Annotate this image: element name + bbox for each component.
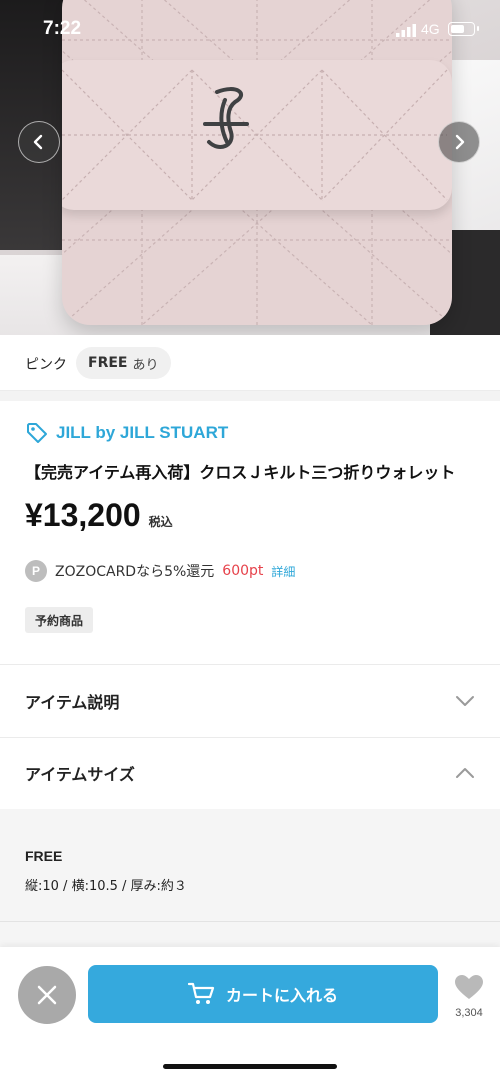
size-details-panel: FREE 縦:10 / 横:10.5 / 厚み:約３	[0, 809, 500, 947]
item-size-accordion[interactable]: アイテムサイズ	[0, 737, 500, 809]
tag-icon	[27, 423, 47, 443]
price: ¥13,200	[25, 497, 141, 533]
chevron-down-icon	[456, 696, 474, 706]
stock-status: あり	[132, 357, 159, 373]
network-type: 4G	[421, 21, 440, 37]
battery-icon	[448, 22, 479, 36]
favorite-button[interactable]: 3,304	[448, 974, 490, 1019]
preorder-badge: 予約商品	[25, 607, 94, 633]
battery-level	[450, 24, 464, 33]
favorite-count: 3,304	[455, 1007, 483, 1019]
previous-image-button[interactable]	[18, 121, 60, 163]
points-icon: P	[25, 560, 47, 582]
chevron-left-icon	[33, 134, 43, 150]
brand-link[interactable]: JILL by JILL STUART	[25, 421, 228, 445]
cart-icon	[187, 982, 215, 1004]
color-label: ピンク	[25, 357, 67, 373]
item-size-title: アイテムサイズ	[25, 765, 135, 784]
home-indicator	[163, 1064, 337, 1069]
size-name-heading: FREE	[25, 848, 63, 864]
price-row: ¥13,200 税込	[25, 497, 173, 534]
points-info: P ZOZOCARDなら5%還元 600pt 詳細	[25, 560, 295, 582]
status-time: 7:22	[43, 18, 82, 39]
next-image-button[interactable]	[438, 121, 480, 163]
chevron-up-icon	[456, 768, 474, 778]
close-icon	[37, 985, 57, 1005]
add-to-cart-label: カートに入れる	[225, 986, 338, 1005]
status-bar: 7:22 4G	[0, 0, 500, 60]
close-button[interactable]	[18, 966, 76, 1024]
item-description-accordion[interactable]: アイテム説明	[0, 665, 500, 737]
heart-icon	[455, 975, 483, 999]
add-to-cart-button[interactable]: カートに入れる	[88, 965, 438, 1023]
wallet-flap	[62, 60, 452, 210]
size-name: FREE	[88, 355, 128, 371]
product-image-carousel[interactable]: 7:22 4G	[0, 0, 500, 335]
points-text: ZOZOCARDなら5%還元	[55, 564, 215, 580]
points-value: 600pt	[222, 563, 264, 579]
section-spacer	[0, 391, 500, 401]
points-detail-link[interactable]: 詳細	[271, 563, 295, 580]
flap-quilt-pattern	[62, 69, 448, 201]
tax-included-label: 税込	[148, 515, 173, 529]
variant-selector: ピンク FREE あり	[0, 335, 500, 391]
chevron-right-icon	[455, 134, 465, 150]
size-dimensions: 縦:10 / 横:10.5 / 厚み:約３	[25, 879, 187, 894]
size-option-chip[interactable]: FREE あり	[76, 347, 171, 379]
product-title: 【完売アイテム再入荷】クロスＪキルト三つ折りウォレット	[25, 463, 456, 482]
divider	[0, 921, 500, 922]
jill-logo-icon	[203, 87, 249, 149]
bottom-action-bar: カートに入れる 3,304	[0, 947, 500, 1080]
item-description-title: アイテム説明	[25, 693, 120, 712]
brand-name: JILL by JILL STUART	[56, 423, 229, 442]
signal-strength-icon	[396, 24, 416, 37]
